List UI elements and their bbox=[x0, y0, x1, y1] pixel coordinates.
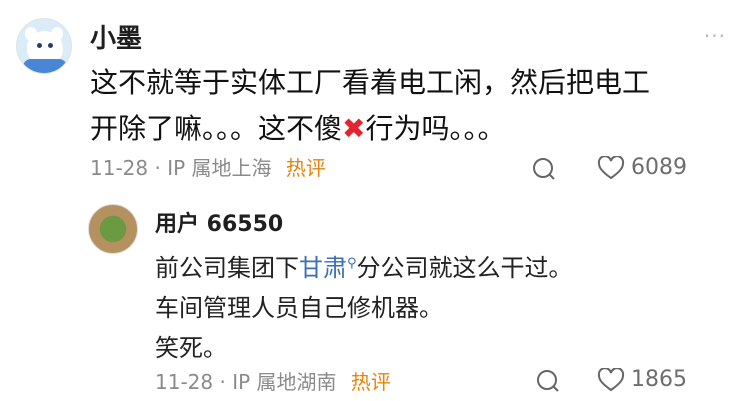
comment-text: 这不就等于实体工厂看着电工闲，然后把电工 开除了嘛。。。这不傻✖行为吗。。。 bbox=[90, 66, 651, 145]
location-link[interactable]: 甘肃 bbox=[299, 254, 347, 282]
comment-bubble-icon[interactable] bbox=[532, 157, 556, 181]
more-dots-icon[interactable]: ··· bbox=[704, 24, 726, 48]
like-button[interactable]: 1865 bbox=[597, 367, 687, 392]
username[interactable]: 用户 66550 bbox=[155, 206, 283, 238]
hot-comment-badge: 热评 bbox=[285, 156, 326, 180]
like-count: 1865 bbox=[631, 367, 687, 392]
avatar[interactable] bbox=[16, 18, 72, 74]
heart-icon bbox=[597, 367, 625, 391]
comment-bubble-icon[interactable] bbox=[536, 369, 560, 393]
avatar[interactable] bbox=[88, 204, 138, 254]
like-button[interactable]: 6089 bbox=[597, 155, 687, 180]
like-count: 6089 bbox=[631, 155, 687, 180]
comment-meta: 11-28 · IP 属地上海 热评 bbox=[90, 156, 326, 180]
reply-meta: 11-28 · IP 属地湖南 热评 bbox=[155, 370, 391, 394]
username[interactable]: 小墨 bbox=[90, 18, 142, 55]
red-cross-emoji-icon: ✖ bbox=[342, 112, 366, 145]
search-icon[interactable]: ⚲ bbox=[347, 256, 357, 271]
heart-icon bbox=[597, 155, 625, 179]
hot-comment-badge: 热评 bbox=[350, 370, 391, 394]
reply-text: 前公司集团下甘肃⚲分公司就这么干过。 车间管理人员自己修机器。 笑死。 bbox=[155, 254, 573, 362]
